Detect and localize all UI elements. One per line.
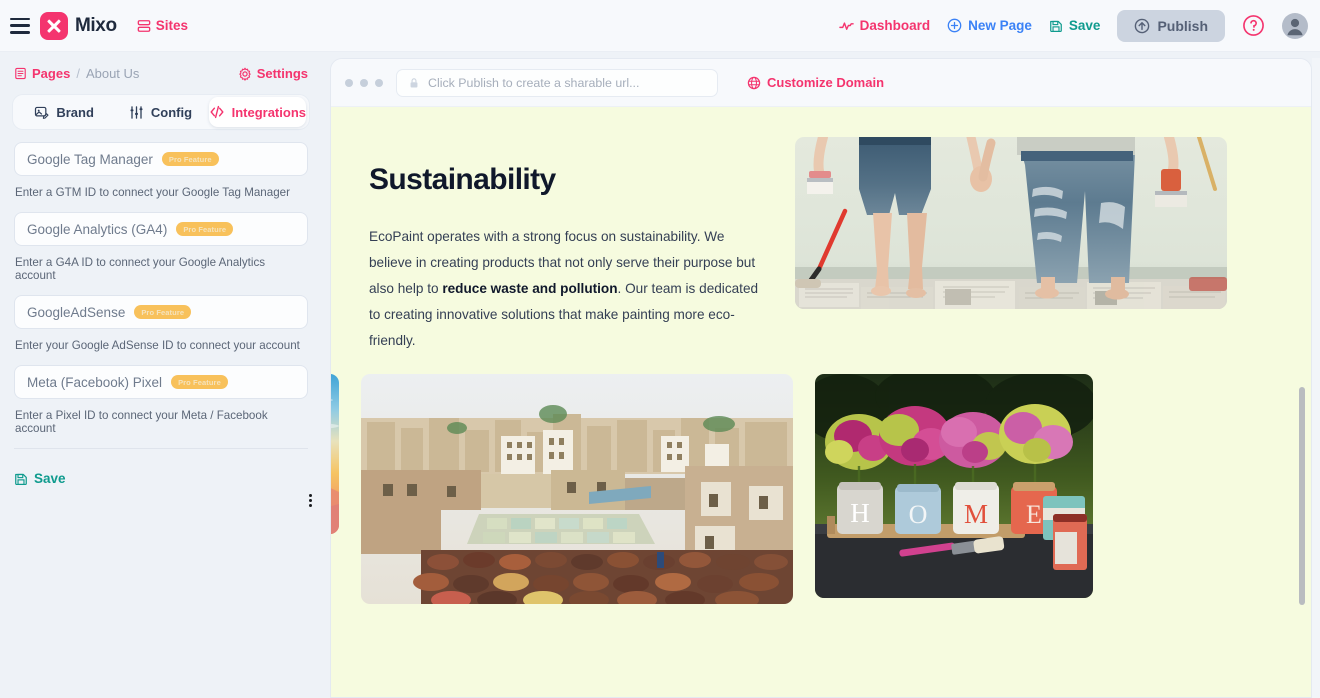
- sidebar-panel: Pages / About Us Settings Brand Config I…: [0, 52, 322, 698]
- hero-text-block: Sustainability EcoPaint operates with a …: [369, 137, 769, 354]
- breadcrumb-current-label: About Us: [85, 66, 140, 81]
- sidebar-tabs: Brand Config Integrations: [12, 94, 310, 130]
- ga4-field-label: Google Analytics (GA4): [27, 221, 168, 237]
- preview-scrollbar-thumb[interactable]: [1299, 387, 1305, 605]
- tab-config-label: Config: [150, 104, 193, 120]
- top-bar-actions: Dashboard New Page Save Publish: [838, 9, 1320, 42]
- save-button[interactable]: Save: [1049, 18, 1101, 33]
- sites-label: Sites: [155, 18, 188, 33]
- image-edit-icon: [35, 106, 49, 119]
- lock-icon: [410, 77, 418, 87]
- sunset-mountains-photo: [331, 374, 339, 535]
- preview-scrollbar-track[interactable]: [1297, 107, 1307, 697]
- globe-icon: [747, 76, 761, 89]
- hero-section: Sustainability EcoPaint operates with a …: [331, 107, 1311, 354]
- breadcrumb-separator: /: [76, 66, 80, 81]
- activity-chart-icon: [838, 22, 854, 30]
- mixo-logo-mark-icon: [40, 11, 68, 40]
- meta-pixel-field-label: Meta (Facebook) Pixel: [27, 374, 163, 390]
- more-vertical-icon[interactable]: [309, 494, 312, 507]
- mixo-logo[interactable]: Mixo: [40, 11, 117, 40]
- tannery-photo-art: [361, 374, 793, 605]
- ga4-field-hint: Enter a G4A ID to connect your Google An…: [15, 256, 266, 282]
- ga4-pro-badge: Pro Feature: [176, 222, 234, 236]
- integrations-form: Google Tag Manager Pro Feature Enter a G…: [0, 130, 322, 435]
- breadcrumb: Pages / About Us Settings: [0, 52, 322, 81]
- x-glyph-icon: [47, 19, 61, 33]
- gear-icon: [238, 67, 251, 81]
- settings-label: Settings: [256, 66, 308, 81]
- plus-circle-icon: [947, 18, 962, 33]
- tab-brand-label: Brand: [56, 104, 94, 120]
- gtm-pro-badge: Pro Feature: [161, 152, 219, 166]
- stack-icon: [137, 19, 151, 32]
- adsense-field-hint: Enter your Google AdSense ID to connect …: [15, 339, 300, 352]
- outer-scroll-gutter: [1312, 58, 1320, 698]
- sunset-photo-art: [331, 374, 339, 535]
- gtm-field-hint: Enter a GTM ID to connect your Google Ta…: [15, 186, 290, 199]
- code-icon: [210, 105, 224, 119]
- hamburger-menu-icon[interactable]: [10, 17, 30, 34]
- new-page-button[interactable]: New Page: [947, 18, 1032, 33]
- breadcrumb-root-label: Pages: [32, 66, 71, 81]
- dashboard-button[interactable]: Dashboard: [838, 18, 931, 33]
- sidebar-save-label: Save: [34, 471, 66, 486]
- tab-integrations[interactable]: Integrations: [208, 97, 306, 127]
- svg-text:E: E: [1026, 500, 1042, 529]
- tannery-cityscape-photo: [361, 374, 793, 605]
- url-placeholder-text: Click Publish to create a sharable url..…: [428, 75, 640, 90]
- preview-canvas: Sustainability EcoPaint operates with a …: [331, 107, 1311, 697]
- url-input[interactable]: Click Publish to create a sharable url..…: [396, 68, 718, 97]
- tab-brand[interactable]: Brand: [16, 97, 112, 127]
- painters-in-denim-photo: [795, 137, 1227, 309]
- page-paragraph: EcoPaint operates with a strong focus on…: [369, 224, 769, 354]
- painters-photo-art: [795, 137, 1227, 309]
- floppy-disk-save-icon: [15, 473, 27, 485]
- publish-button[interactable]: Publish: [1117, 9, 1225, 42]
- question-circle-icon: [1243, 15, 1264, 36]
- adsense-field-label: GoogleAdSense: [27, 304, 126, 320]
- logo-text: Mixo: [75, 14, 117, 36]
- new-page-label: New Page: [968, 18, 1032, 33]
- sidebar-save-button[interactable]: Save: [14, 471, 322, 486]
- sidebar-divider: [14, 448, 308, 449]
- user-avatar-icon: [1282, 12, 1308, 39]
- customize-domain-button[interactable]: Customize Domain: [747, 75, 884, 90]
- site-preview-panel: Click Publish to create a sharable url..…: [330, 58, 1312, 698]
- window-dots-icon: [345, 78, 383, 87]
- dashboard-label: Dashboard: [859, 18, 931, 33]
- meta-pixel-field-hint: Enter a Pixel ID to connect your Meta / …: [15, 409, 268, 435]
- upload-circle-icon: [1135, 18, 1150, 33]
- tab-config[interactable]: Config: [112, 97, 208, 127]
- ga4-field[interactable]: Google Analytics (GA4) Pro Feature: [14, 212, 308, 246]
- image-grid-row: H O M E: [331, 354, 1311, 605]
- customize-domain-label: Customize Domain: [767, 75, 885, 90]
- adsense-pro-badge: Pro Feature: [134, 305, 192, 319]
- save-label: Save: [1068, 18, 1101, 33]
- floppy-disk-save-icon: [1050, 20, 1062, 32]
- publish-label: Publish: [1157, 17, 1208, 34]
- user-avatar[interactable]: [1282, 12, 1308, 39]
- settings-button[interactable]: Settings: [238, 66, 308, 81]
- svg-text:H: H: [850, 498, 870, 528]
- mason-jars-photo-art: H O M E: [815, 374, 1093, 599]
- sites-link[interactable]: Sites: [137, 18, 188, 33]
- adsense-field[interactable]: GoogleAdSense Pro Feature: [14, 295, 308, 329]
- meta-pixel-pro-badge: Pro Feature: [171, 375, 228, 389]
- paragraph-bold: reduce waste and pollution: [442, 281, 618, 297]
- help-button[interactable]: [1242, 14, 1265, 37]
- svg-text:O: O: [909, 500, 928, 529]
- gtm-field-label: Google Tag Manager: [27, 151, 153, 167]
- page-title: Sustainability: [369, 163, 556, 196]
- pages-list-icon: [15, 67, 26, 80]
- sliders-icon: [130, 105, 143, 119]
- svg-text:M: M: [964, 499, 988, 529]
- breadcrumb-pages-link[interactable]: Pages: [14, 66, 70, 81]
- top-bar: Mixo Sites Dashboard New Page Save Publi…: [0, 0, 1320, 52]
- preview-browser-bar: Click Publish to create a sharable url..…: [331, 59, 1311, 107]
- meta-pixel-field[interactable]: Meta (Facebook) Pixel Pro Feature: [14, 365, 308, 399]
- gtm-field[interactable]: Google Tag Manager Pro Feature: [14, 142, 308, 176]
- tab-integrations-label: Integrations: [231, 104, 306, 120]
- home-mason-jars-photo: H O M E: [815, 374, 1093, 599]
